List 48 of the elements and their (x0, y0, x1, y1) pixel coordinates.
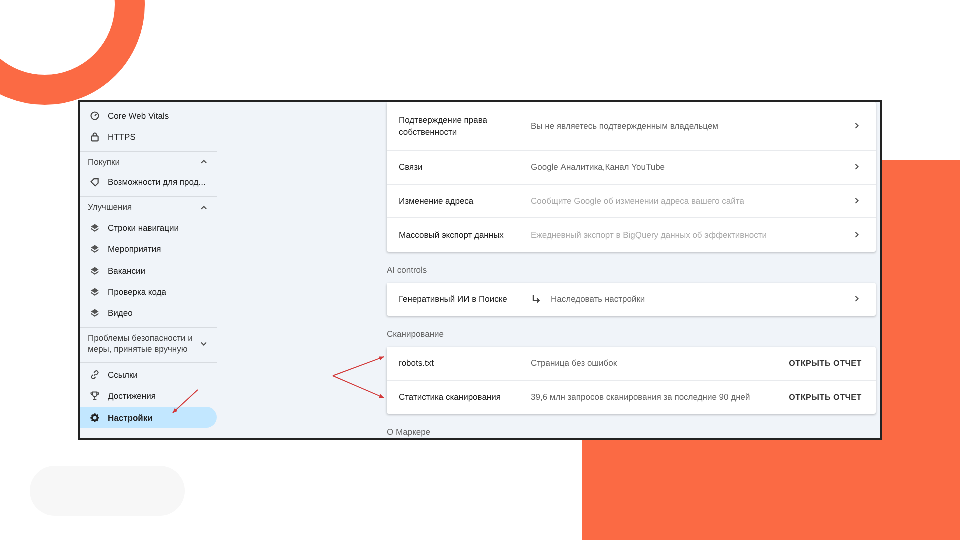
setting-name: Статистика сканирования (399, 391, 502, 404)
setting-name: Связи (399, 161, 424, 174)
section-title[interactable]: Покупки (88, 156, 120, 168)
setting-value: 39,6 млн запросов сканирования за последние 90 дней (531, 392, 750, 402)
trophy-icon (90, 391, 100, 402)
sidebar-item[interactable]: Возможности для прод... (80, 172, 217, 194)
annotation-arrow (332, 356, 384, 376)
gear-icon (90, 412, 100, 423)
section-title: AI controls (387, 264, 428, 276)
setting-value: Google Аналитика,Канал YouTube (531, 162, 666, 172)
sidebar-item[interactable]: Проверка кода (80, 281, 217, 303)
sidebar-item[interactable]: Ссылки (80, 364, 217, 386)
layers-icon (90, 266, 100, 276)
sidebar-item[interactable]: Мероприятия (80, 238, 217, 260)
setting-name: Изменение адреса (399, 194, 475, 207)
section-title: Сканирование (387, 328, 445, 341)
speedometer-icon (90, 110, 100, 121)
sidebar-item[interactable]: HTTPS (80, 126, 217, 148)
sidebar-item[interactable]: Настройки (80, 406, 217, 428)
sidebar-item[interactable]: Видео (80, 302, 217, 324)
link-icon (90, 370, 100, 380)
setting-value: Сообщите Google об изменении адреса вашего сайта (531, 196, 744, 206)
layers-icon (90, 244, 100, 254)
section-title[interactable]: Улучшения (88, 202, 132, 214)
layers-icon (90, 308, 100, 318)
sidebar-item[interactable]: Вакансии (80, 260, 217, 282)
setting-name: Генеративный ИИ в Поиске (399, 293, 508, 306)
turn-right-arrow-icon (531, 294, 541, 304)
lock-icon (90, 132, 100, 142)
sidebar-item[interactable]: Core Web Vitals (80, 105, 217, 126)
setting-value: Наследовать настройки (551, 294, 646, 304)
open-report-button[interactable]: ОТКРЫТЬ ОТЧЕТ (789, 390, 862, 404)
tag-icon (90, 177, 100, 188)
section-title[interactable]: Проблемы безопасности и меры, принятые вручную (88, 333, 198, 356)
sidebar-item[interactable]: Строки навигации (80, 217, 217, 239)
sidebar-item[interactable]: Достижения (80, 386, 217, 407)
annotation-arrow (172, 390, 198, 414)
setting-name: Массовый экспорт данных (399, 228, 505, 241)
layers-icon (90, 222, 100, 233)
setting-name: robots.txt (399, 357, 435, 370)
annotation-arrow (332, 376, 384, 398)
open-report-button[interactable]: ОТКРЫТЬ ОТЧЕТ (789, 356, 862, 370)
setting-value: Страница без ошибок (531, 358, 618, 368)
setting-value: Вы не являетесь подтвержденным владельцем (531, 121, 719, 131)
setting-value: Ежедневный экспорт в BigQuery данных об эффективности (531, 230, 767, 240)
setting-name: Подтверждение права собственности (399, 114, 488, 138)
layers-icon (90, 287, 100, 298)
section-title: О Маркере (387, 426, 432, 438)
